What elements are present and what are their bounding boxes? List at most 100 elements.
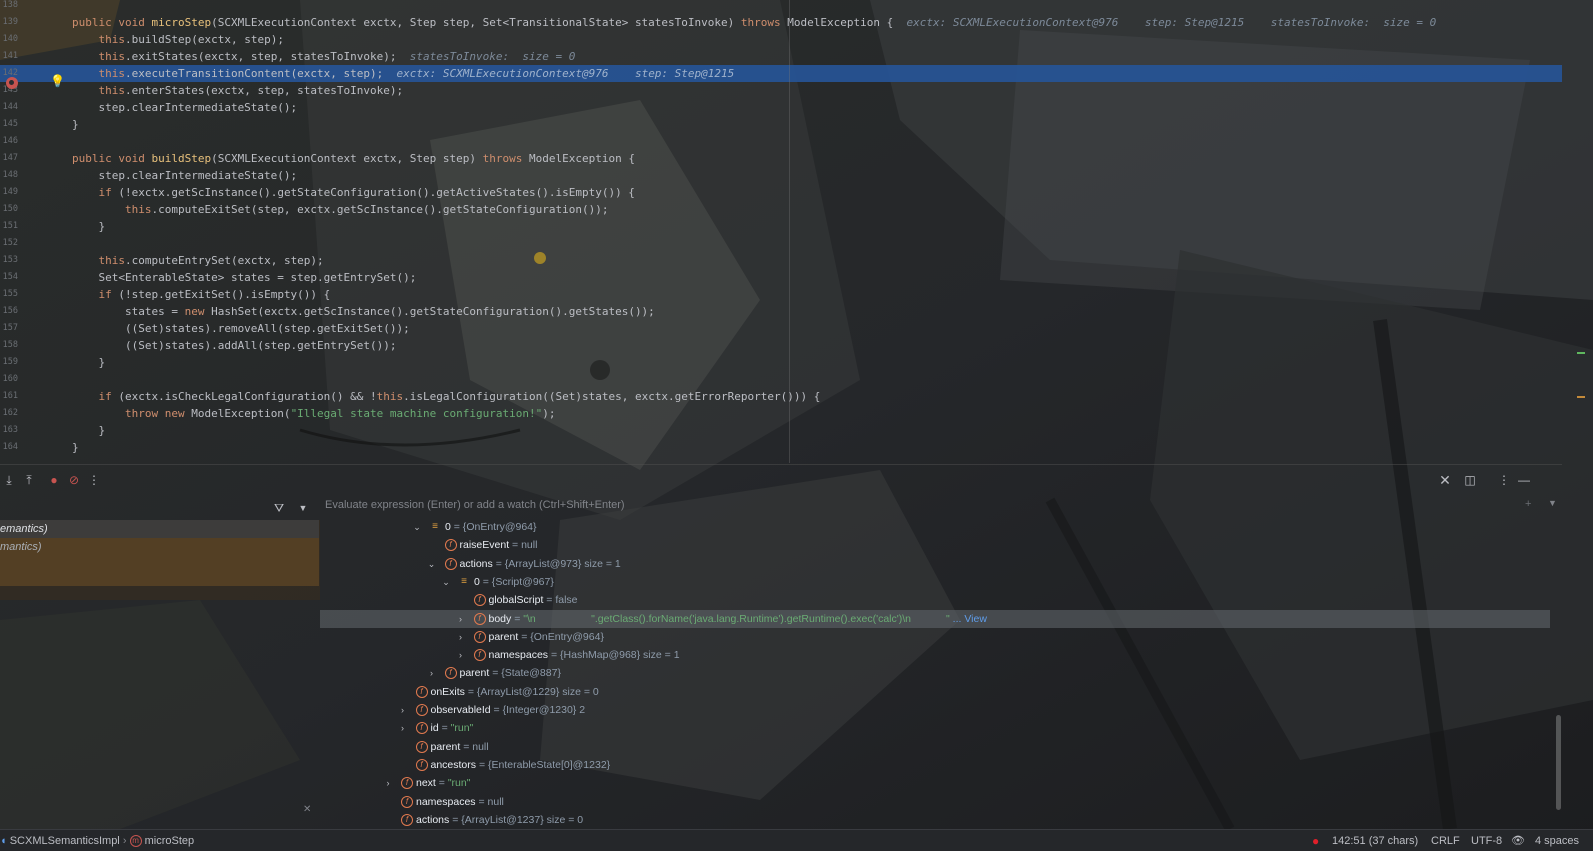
code-text[interactable]: public void microStep(SCXMLExecutionCont…	[72, 14, 1436, 31]
file-encoding[interactable]: UTF-8	[1471, 830, 1502, 851]
code-text[interactable]: Set<EnterableState> states = step.getEnt…	[72, 269, 416, 286]
code-line[interactable]: 163 }	[0, 422, 1562, 439]
variable-row[interactable]: › f next = "run"	[320, 774, 1550, 792]
code-text[interactable]: }	[72, 422, 105, 439]
code-text[interactable]: this.computeEntrySet(exctx, step);	[72, 252, 324, 269]
line-number[interactable]: 155	[0, 286, 18, 303]
code-text[interactable]: }	[72, 354, 105, 371]
variable-row[interactable]: › f namespaces = {HashMap@968} size = 1	[320, 646, 1550, 664]
chevron-down-icon[interactable]: ⌄	[412, 518, 422, 536]
line-number[interactable]: 138	[0, 0, 18, 14]
variable-row[interactable]: f actions = {ArrayList@1237} size = 0	[320, 811, 1550, 829]
line-number[interactable]: 152	[0, 235, 18, 252]
code-text[interactable]: public void buildStep(SCXMLExecutionCont…	[72, 150, 635, 167]
code-line[interactable]: 140 this.buildStep(exctx, step);	[0, 31, 1562, 48]
frame-item-selected[interactable]: emantics)	[0, 520, 319, 538]
code-text[interactable]: }	[72, 218, 105, 235]
line-number[interactable]: 154	[0, 269, 18, 286]
line-number[interactable]: 163	[0, 422, 18, 439]
variable-row[interactable]: › f id = "run"	[320, 719, 1550, 737]
code-line[interactable]: 152	[0, 235, 1562, 252]
line-number[interactable]: 150	[0, 201, 18, 218]
close-icon[interactable]: ✕	[1436, 471, 1454, 489]
code-line[interactable]: 138	[0, 0, 1562, 14]
code-editor[interactable]: 138 139 public void microStep(SCXMLExecuti…	[0, 0, 1562, 463]
breakpoint-icon[interactable]	[6, 77, 18, 89]
code-line[interactable]: 144 step.clearIntermediateState();	[0, 99, 1562, 116]
code-line[interactable]: 164}	[0, 439, 1562, 456]
chevron-down-icon[interactable]: ⌄	[441, 573, 451, 591]
code-line[interactable]: 160	[0, 371, 1562, 388]
variable-row[interactable]: › f parent = {OnEntry@964}	[320, 628, 1550, 646]
chevron-down-icon[interactable]: ▼	[1548, 498, 1557, 508]
line-number[interactable]: 157	[0, 320, 18, 337]
code-line[interactable]: 161 if (exctx.isCheckLegalConfiguration(…	[0, 388, 1562, 405]
code-line[interactable]: 157 ((Set)states).removeAll(step.getExit…	[0, 320, 1562, 337]
line-number[interactable]: 145	[0, 116, 18, 133]
frame-item[interactable]	[0, 556, 319, 586]
chevron-right-icon[interactable]: ›	[383, 774, 393, 792]
code-text[interactable]: ((Set)states).removeAll(step.getExitSet(…	[72, 320, 410, 337]
code-line[interactable]: 139 public void microStep(SCXMLExecutionC…	[0, 14, 1562, 31]
line-number[interactable]: 147	[0, 150, 18, 167]
variable-row[interactable]: › f observableId = {Integer@1230} 2	[320, 701, 1550, 719]
code-line[interactable]: 145}	[0, 116, 1562, 133]
settings-menu-icon[interactable]: ⋮	[1495, 471, 1513, 489]
code-line[interactable]: 150 this.computeExitSet(step, exctx.getS…	[0, 201, 1562, 218]
chevron-right-icon[interactable]: ›	[427, 664, 437, 682]
line-number[interactable]: 161	[0, 388, 18, 405]
variable-row[interactable]: f parent = null	[320, 738, 1550, 756]
code-text[interactable]: states = new HashSet(exctx.getScInstance…	[72, 303, 655, 320]
code-line[interactable]: 142 this.executeTransitionContent(exctx,…	[0, 65, 1562, 82]
chevron-right-icon[interactable]: ›	[398, 701, 408, 719]
code-text[interactable]: if (!step.getExitSet().isEmpty()) {	[72, 286, 331, 303]
caret-position[interactable]: 142:51 (37 chars)	[1332, 830, 1418, 851]
step-out-icon[interactable]: ⤒	[20, 471, 38, 489]
line-number[interactable]: 140	[0, 31, 18, 48]
line-number[interactable]: 164	[0, 439, 18, 456]
code-line[interactable]: 154 Set<EnterableState> states = step.ge…	[0, 269, 1562, 286]
code-text[interactable]: throw new ModelException("Illegal state …	[72, 405, 556, 422]
chevron-right-icon[interactable]: ›	[456, 646, 466, 664]
close-icon[interactable]: ✕	[303, 804, 311, 815]
eye-icon[interactable]: 👁	[1511, 830, 1525, 851]
code-line[interactable]: 149 if (!exctx.getScInstance().getStateC…	[0, 184, 1562, 201]
evaluate-expression-input[interactable]: Evaluate expression (Enter) or add a wat…	[320, 494, 1562, 516]
variable-row[interactable]: f onExits = {ArrayList@1229} size = 0	[320, 683, 1550, 701]
code-line[interactable]: 155 if (!step.getExitSet().isEmpty()) {	[0, 286, 1562, 303]
variable-row[interactable]: ⌄ ≡ 0 = {OnEntry@964}	[320, 518, 1550, 536]
code-text[interactable]: if (exctx.isCheckLegalConfiguration() &&…	[72, 388, 821, 405]
line-number[interactable]: 149	[0, 184, 18, 201]
breadcrumb-method[interactable]: microStep	[145, 835, 195, 847]
code-line[interactable]: 151 }	[0, 218, 1562, 235]
code-text[interactable]: ((Set)states).addAll(step.getEntrySet())…	[72, 337, 397, 354]
line-number[interactable]: 141	[0, 48, 18, 65]
code-text[interactable]: this.enterStates(exctx, step, statesToIn…	[72, 82, 404, 99]
code-text[interactable]: this.executeTransitionContent(exctx, ste…	[72, 65, 735, 82]
line-number[interactable]: 160	[0, 371, 18, 388]
line-number[interactable]: 153	[0, 252, 18, 269]
layout-icon[interactable]: ◫	[1461, 471, 1479, 489]
code-text[interactable]: this.exitStates(exctx, step, statesToInv…	[72, 48, 576, 65]
indent-setting[interactable]: 4 spaces	[1535, 830, 1579, 851]
variable-row[interactable]: ⌄ ≡ 0 = {Script@967}	[320, 573, 1550, 591]
line-number[interactable]: 144	[0, 99, 18, 116]
chevron-right-icon[interactable]: ›	[456, 628, 466, 646]
line-number[interactable]: 139	[0, 14, 18, 31]
line-number[interactable]: 146	[0, 133, 18, 150]
chevron-down-icon[interactable]: ⌄	[427, 555, 437, 573]
line-number[interactable]: 151	[0, 218, 18, 235]
code-text[interactable]: if (!exctx.getScInstance().getStateConfi…	[72, 184, 635, 201]
line-number[interactable]: 158	[0, 337, 18, 354]
line-number[interactable]: 156	[0, 303, 18, 320]
variable-row[interactable]: › f body = "\n ".getClass().forName('java.…	[320, 609, 1550, 628]
code-text[interactable]: }	[72, 116, 79, 133]
more-options-icon[interactable]: ⋮	[85, 471, 103, 489]
code-line[interactable]: 159 }	[0, 354, 1562, 371]
code-line[interactable]: 153 this.computeEntrySet(exctx, step);	[0, 252, 1562, 269]
code-text[interactable]: this.buildStep(exctx, step);	[72, 31, 284, 48]
code-line[interactable]: 158 ((Set)states).addAll(step.getEntrySe…	[0, 337, 1562, 354]
code-line[interactable]: 148 step.clearIntermediateState();	[0, 167, 1562, 184]
code-text[interactable]: step.clearIntermediateState();	[72, 99, 297, 116]
add-watch-icon[interactable]: +	[1525, 498, 1531, 510]
